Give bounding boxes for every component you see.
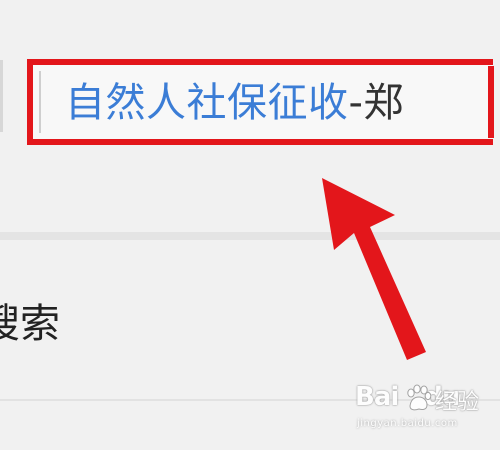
screenshot-view: 自然人社保征收-郑 搜索 Baidu 经验 jingyan.baidu.com [0,0,500,450]
watermark-product: 经验 [435,390,480,415]
baidu-watermark: Bai du 经验 jingyan.baidu.com [355,380,490,440]
watermark-url: jingyan.baidu.com [357,418,458,429]
watermark-brand-head: Bai [355,382,399,412]
baidu-paw-icon [407,384,431,411]
